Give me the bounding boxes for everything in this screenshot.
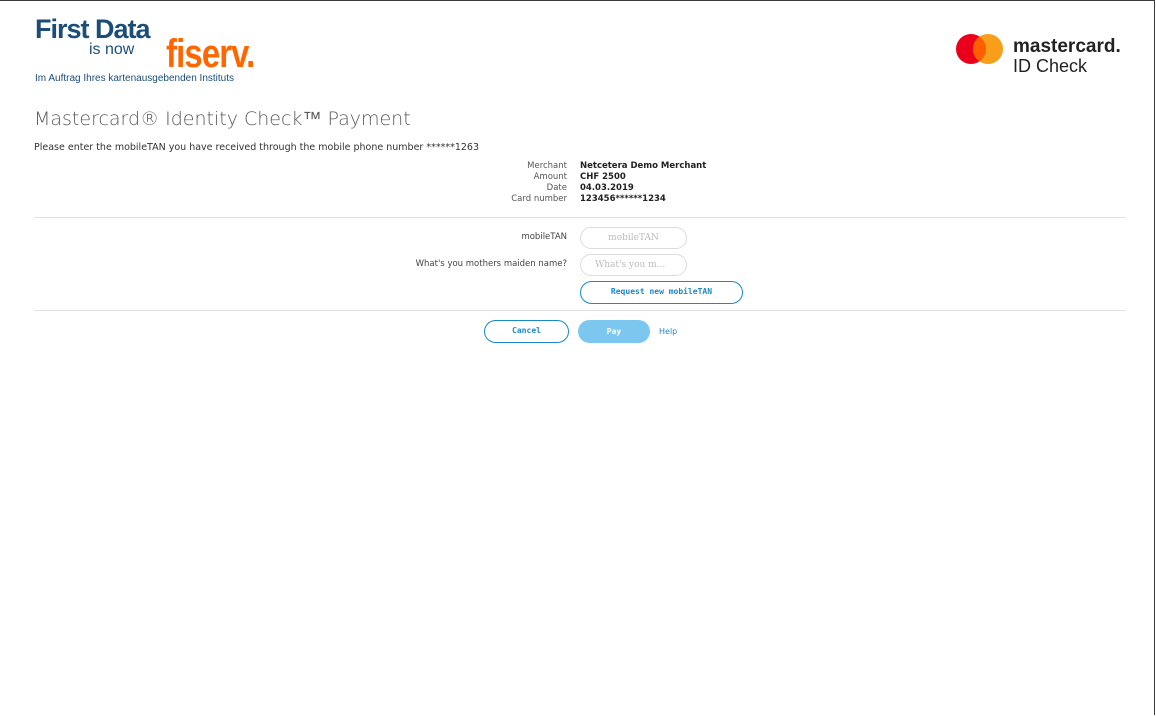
detail-row-date: Date 04.03.2019 [0,183,1156,194]
divider-bottom [34,310,1126,311]
divider-top [34,217,1126,218]
detail-value: CHF 2500 [580,172,626,182]
detail-value: Netcetera Demo Merchant [580,161,707,171]
transaction-details: Merchant Netcetera Demo Merchant Amount … [0,161,1156,205]
detail-row-card-number: Card number 123456******1234 [0,194,1156,205]
detail-value: 04.03.2019 [580,183,634,193]
detail-value: 123456******1234 [580,194,666,204]
mastercard-id-check-logo: mastercard. ID Check [955,33,1135,77]
mobiletan-label: mobileTAN [521,232,567,242]
page-title: Mastercard® Identity Check™ Payment [34,108,411,130]
detail-label: Amount [533,172,567,182]
maiden-name-input[interactable]: What's you m... [580,254,687,276]
detail-row-merchant: Merchant Netcetera Demo Merchant [0,161,1156,172]
issuer-subtitle: Im Auftrag Ihres kartenausgebenden Insti… [35,73,235,84]
mobiletan-input[interactable]: mobileTAN [580,227,687,249]
detail-label: Merchant [527,161,567,171]
detail-label: Date [546,183,567,193]
help-link[interactable]: Help [659,327,677,336]
request-new-mobiletan-button[interactable]: Request new mobileTAN [580,281,743,304]
maiden-name-label: What's you mothers maiden name? [415,259,567,269]
id-check-wordmark: ID Check [1013,56,1088,76]
instruction-text: Please enter the mobileTAN you have rece… [34,142,480,153]
mastercard-circles-icon [956,34,1003,64]
first-data-wordmark: First Data [35,14,151,44]
fiserv-wordmark: fiserv. [166,32,255,76]
is-now-text: is now [89,41,135,58]
cancel-button[interactable]: Cancel [484,320,569,343]
detail-label: Card number [511,194,567,204]
detail-row-amount: Amount CHF 2500 [0,172,1156,183]
mastercard-wordmark: mastercard. [1013,36,1121,57]
pay-button[interactable]: Pay [578,320,650,343]
